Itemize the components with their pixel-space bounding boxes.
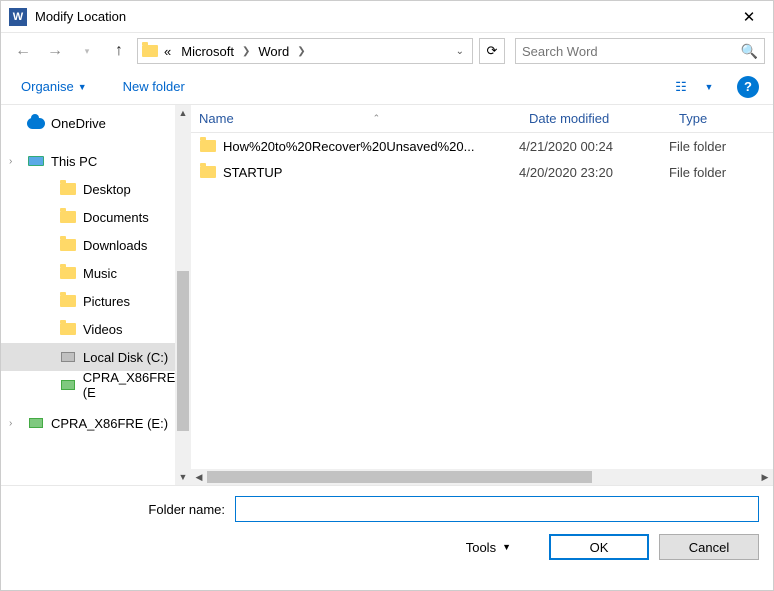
folder-icon bbox=[199, 166, 217, 178]
address-bar[interactable]: « Microsoft ❯ Word ❯ ⌄ bbox=[137, 38, 473, 64]
folder-icon bbox=[59, 180, 77, 198]
chevron-down-icon: ▼ bbox=[502, 542, 511, 552]
tree-node-label: Videos bbox=[83, 322, 123, 337]
tree-node[interactable]: Downloads bbox=[1, 231, 191, 259]
new-folder-label: New folder bbox=[123, 79, 185, 94]
folder-icon bbox=[59, 264, 77, 282]
folder-icon bbox=[59, 208, 77, 226]
tools-label: Tools bbox=[466, 540, 496, 555]
close-button[interactable]: ✕ bbox=[729, 2, 769, 32]
cancel-button[interactable]: Cancel bbox=[659, 534, 759, 560]
folder-icon bbox=[199, 140, 217, 152]
file-date: 4/20/2020 23:20 bbox=[519, 165, 669, 180]
column-name[interactable]: Name ⌃ bbox=[191, 111, 521, 126]
disk-icon bbox=[59, 348, 77, 366]
scroll-thumb[interactable] bbox=[177, 271, 189, 431]
tree-scrollbar[interactable]: ▲ ▼ bbox=[175, 105, 191, 485]
file-type: File folder bbox=[669, 139, 773, 154]
drive-icon bbox=[27, 414, 45, 432]
folder-name-label: Folder name: bbox=[15, 502, 235, 517]
folder-name-input[interactable] bbox=[235, 496, 759, 522]
help-button[interactable]: ? bbox=[737, 76, 759, 98]
tree-node-label: Downloads bbox=[83, 238, 147, 253]
ok-button[interactable]: OK bbox=[549, 534, 649, 560]
tree-node[interactable]: OneDrive bbox=[1, 109, 191, 137]
back-button[interactable]: ← bbox=[9, 37, 37, 65]
tree-node-label: Music bbox=[83, 266, 117, 281]
address-dropdown[interactable]: ⌄ bbox=[452, 46, 468, 57]
folder-icon bbox=[59, 292, 77, 310]
search-box[interactable]: 🔍 bbox=[515, 38, 765, 64]
main-area: OneDrive › This PC Desktop Documents Download… bbox=[1, 105, 773, 485]
drive-icon bbox=[59, 376, 77, 394]
file-list: Name ⌃ Date modified Type How%20to%20Rec… bbox=[191, 105, 773, 485]
new-folder-button[interactable]: New folder bbox=[117, 75, 191, 98]
breadcrumb-prefix[interactable]: « bbox=[160, 44, 175, 59]
scroll-left-icon[interactable]: ◀ bbox=[191, 472, 207, 483]
toolbar: Organise ▼ New folder ☷ ▼ ? bbox=[1, 69, 773, 105]
sort-indicator-icon: ⌃ bbox=[240, 113, 513, 124]
tree-node-label: Pictures bbox=[83, 294, 130, 309]
view-mode-button[interactable]: ☷ bbox=[669, 75, 693, 99]
tree-node[interactable]: Documents bbox=[1, 203, 191, 231]
file-name: STARTUP bbox=[223, 165, 519, 180]
tree-node[interactable]: › CPRA_X86FRE (E:) bbox=[1, 409, 191, 437]
search-input[interactable] bbox=[522, 44, 741, 59]
tree-node-label: Documents bbox=[83, 210, 149, 225]
cloud-icon bbox=[27, 114, 45, 132]
breadcrumb-item[interactable]: Word bbox=[254, 44, 293, 59]
chevron-right-icon[interactable]: ❯ bbox=[240, 46, 252, 57]
expand-chevron-icon[interactable]: › bbox=[9, 156, 21, 167]
search-icon[interactable]: 🔍 bbox=[741, 43, 758, 60]
chevron-down-icon: ▼ bbox=[78, 82, 87, 92]
tree-node[interactable]: Music bbox=[1, 259, 191, 287]
column-name-label: Name bbox=[199, 111, 234, 126]
window-title: Modify Location bbox=[35, 9, 729, 24]
scroll-right-icon[interactable]: ▶ bbox=[757, 472, 773, 483]
up-button[interactable]: ↑ bbox=[105, 37, 133, 65]
column-type[interactable]: Type bbox=[671, 111, 773, 126]
tree-node-label: OneDrive bbox=[51, 116, 106, 131]
folder-icon bbox=[59, 320, 77, 338]
tree-node-label: Desktop bbox=[83, 182, 131, 197]
navigation-tree: OneDrive › This PC Desktop Documents Download… bbox=[1, 105, 191, 485]
tree-node[interactable]: Videos bbox=[1, 315, 191, 343]
organise-button[interactable]: Organise ▼ bbox=[15, 75, 93, 98]
navigation-row: ← → ▾ ↑ « Microsoft ❯ Word ❯ ⌄ ⟳ 🔍 bbox=[1, 33, 773, 69]
tree-node[interactable]: CPRA_X86FRE (E bbox=[1, 371, 191, 399]
tree-node[interactable]: Desktop bbox=[1, 175, 191, 203]
view-dropdown-button[interactable]: ▼ bbox=[697, 75, 721, 99]
file-row[interactable]: How%20to%20Recover%20Unsaved%20...4/21/2… bbox=[191, 133, 773, 159]
column-headers: Name ⌃ Date modified Type bbox=[191, 105, 773, 133]
hscroll-thumb[interactable] bbox=[207, 471, 592, 483]
tree-node-label: This PC bbox=[51, 154, 97, 169]
tools-dropdown[interactable]: Tools ▼ bbox=[458, 536, 519, 559]
recent-dropdown[interactable]: ▾ bbox=[73, 37, 101, 65]
file-date: 4/21/2020 00:24 bbox=[519, 139, 669, 154]
forward-button[interactable]: → bbox=[41, 37, 69, 65]
folder-icon bbox=[142, 43, 158, 59]
scroll-down-icon[interactable]: ▼ bbox=[175, 469, 191, 485]
bottom-panel: Folder name: Tools ▼ OK Cancel bbox=[1, 485, 773, 570]
titlebar: W Modify Location ✕ bbox=[1, 1, 773, 33]
pc-icon bbox=[27, 152, 45, 170]
tree-node-label: CPRA_X86FRE (E:) bbox=[51, 416, 168, 431]
breadcrumb-item[interactable]: Microsoft bbox=[177, 44, 238, 59]
organise-label: Organise bbox=[21, 79, 74, 94]
folder-icon bbox=[59, 236, 77, 254]
tree-node[interactable]: Pictures bbox=[1, 287, 191, 315]
file-type: File folder bbox=[669, 165, 773, 180]
scroll-up-icon[interactable]: ▲ bbox=[175, 105, 191, 121]
file-name: How%20to%20Recover%20Unsaved%20... bbox=[223, 139, 519, 154]
tree-node[interactable]: › This PC bbox=[1, 147, 191, 175]
file-row[interactable]: STARTUP4/20/2020 23:20File folder bbox=[191, 159, 773, 185]
tree-node[interactable]: Local Disk (C:) bbox=[1, 343, 191, 371]
chevron-right-icon[interactable]: ❯ bbox=[295, 46, 307, 57]
tree-node-label: Local Disk (C:) bbox=[83, 350, 168, 365]
column-date[interactable]: Date modified bbox=[521, 111, 671, 126]
word-app-icon: W bbox=[9, 8, 27, 26]
refresh-button[interactable]: ⟳ bbox=[479, 38, 505, 64]
list-horizontal-scrollbar[interactable]: ◀ ▶ bbox=[191, 469, 773, 485]
expand-chevron-icon[interactable]: › bbox=[9, 418, 21, 429]
